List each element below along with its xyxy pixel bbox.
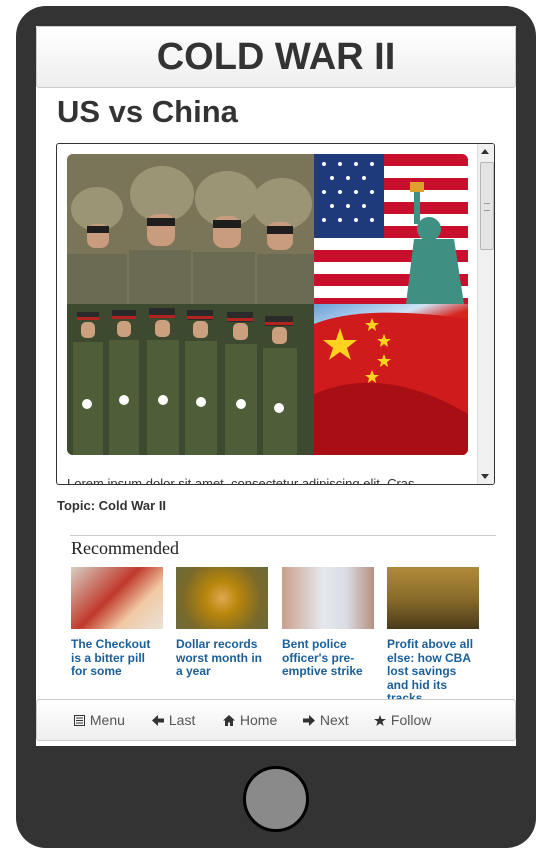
app-header: COLD WAR II (36, 26, 516, 88)
china-flag-photo (314, 304, 468, 455)
recommended-heading: Recommended (71, 538, 179, 558)
content-scrollbar[interactable] (477, 144, 494, 484)
app-title: COLD WAR II (156, 36, 396, 78)
article-image (67, 154, 468, 455)
star-icon (374, 712, 390, 728)
recommended-link[interactable]: Profit above all else: how CBA lost savi… (387, 637, 479, 706)
arrow-left-icon (152, 712, 168, 728)
arrow-right-icon (303, 712, 319, 728)
bottom-nav: Menu Last Home Next Follow (36, 699, 516, 741)
recommended-link[interactable]: Dollar records worst month in a year (176, 637, 268, 679)
grip-icon (484, 203, 490, 211)
nav-menu-button[interactable]: Menu (74, 700, 125, 740)
us-soldiers-photo (67, 154, 314, 304)
recommended-item[interactable]: Dollar records worst month in a year (176, 567, 268, 679)
recommended-link[interactable]: The Checkout is a bitter pill for some (71, 637, 163, 679)
home-icon (223, 712, 239, 728)
scroll-thumb[interactable] (480, 162, 494, 250)
article-body-text: Lorem ipsum dolor sit amet, consectetur … (67, 476, 415, 485)
scroll-up-arrow-icon[interactable] (481, 149, 489, 154)
recommended-thumbnail[interactable] (71, 567, 163, 629)
list-icon (74, 712, 89, 728)
nav-home-button[interactable]: Home (223, 700, 277, 740)
recommended-item[interactable]: Bent police officer's pre-emptive strike (282, 567, 374, 679)
recommended-thumbnail[interactable] (387, 567, 479, 629)
phone-screen: COLD WAR II US vs China Lorem ipsum dolo… (36, 26, 516, 746)
article-content-box[interactable]: Lorem ipsum dolor sit amet, consectetur … (56, 143, 495, 485)
recommended-item[interactable]: Profit above all else: how CBA lost savi… (387, 567, 479, 706)
chinese-soldiers-photo (67, 304, 314, 455)
recommended-item[interactable]: The Checkout is a bitter pill for some (71, 567, 163, 679)
nav-next-button[interactable]: Next (303, 700, 349, 740)
nav-next-label: Next (319, 712, 349, 728)
nav-menu-label: Menu (89, 712, 125, 728)
phone-home-button[interactable] (243, 766, 309, 832)
recommended-thumbnail[interactable] (176, 567, 268, 629)
nav-home-label: Home (239, 712, 278, 728)
nav-last-label: Last (168, 712, 196, 728)
recommended-thumbnail[interactable] (282, 567, 374, 629)
scroll-down-arrow-icon[interactable] (481, 474, 489, 479)
nav-last-button[interactable]: Last (152, 700, 195, 740)
nav-follow-label: Follow (390, 712, 432, 728)
article-title: US vs China (57, 94, 238, 129)
recommended-link[interactable]: Bent police officer's pre-emptive strike (282, 637, 374, 679)
article-topic: Topic: Cold War II (57, 498, 167, 513)
us-flag-photo (314, 154, 468, 304)
recommended-divider (70, 535, 496, 536)
nav-follow-button[interactable]: Follow (374, 700, 431, 740)
